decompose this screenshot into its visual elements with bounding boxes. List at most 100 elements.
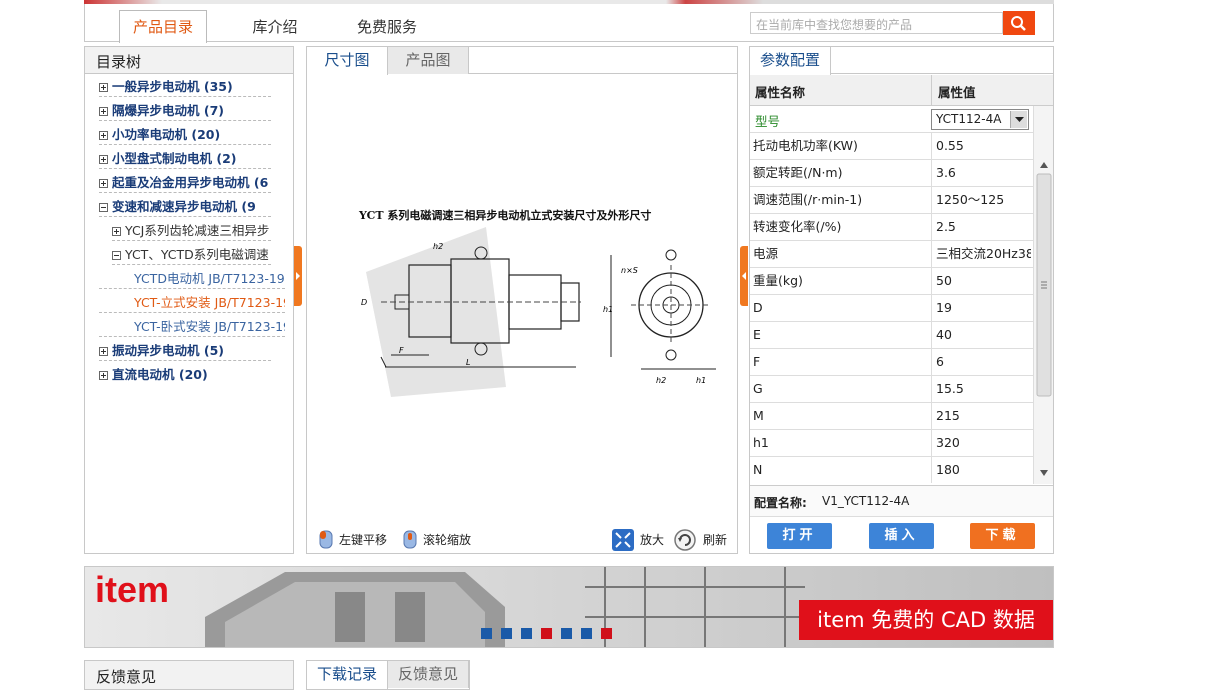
tree-item-disc-brake[interactable]: 小型盘式制动电机 (2): [99, 149, 271, 169]
zoom-in-button[interactable]: [611, 528, 635, 552]
motor-drawing-svg: h2 L D F n×S h1 h2 h1: [361, 227, 716, 397]
download-button[interactable]: 下载: [970, 523, 1035, 549]
param-row: h1 320: [750, 430, 1033, 457]
collapse-left-handle[interactable]: [294, 246, 302, 306]
tab-product-image[interactable]: 产品图: [388, 47, 469, 74]
collapse-right-handle[interactable]: [740, 246, 748, 306]
tree-item-explosion-proof[interactable]: 隔爆异步电动机 (7): [99, 101, 271, 121]
svg-text:L: L: [466, 358, 470, 367]
expand-arrows-icon: [612, 529, 634, 551]
tree-item-yctd-motor[interactable]: YCTD电动机 JB/T7123-199: [99, 269, 285, 289]
model-select-value: YCT112-4A: [936, 112, 1002, 126]
param-row: N 180: [750, 457, 1033, 483]
param-row: 重量(kg) 50: [750, 268, 1033, 295]
item-logo: item: [95, 569, 170, 610]
tree-item-ycj[interactable]: YCJ系列齿轮减速三相异步: [112, 221, 271, 241]
tab-free-service[interactable]: 免费服务: [343, 14, 431, 42]
expand-icon[interactable]: [99, 107, 108, 116]
param-row: 调速范围(/r·min-1) 1250～125: [750, 187, 1033, 214]
records-panel: 下载记录 反馈意见: [306, 660, 470, 690]
catalog-tree-panel: 目录树 一般异步电动机 (35) 隔爆异步电动机 (7) 小功率电动机 (20)…: [84, 46, 294, 554]
pan-hint: 左键平移: [339, 533, 388, 547]
svg-text:h2: h2: [656, 376, 666, 385]
param-row: 额定转距(/N·m) 3.6: [750, 160, 1033, 187]
param-row: 托动电机功率(KW) 0.55: [750, 133, 1033, 160]
col-name-header: 属性名称: [755, 85, 806, 100]
expand-icon[interactable]: [99, 347, 108, 356]
tree-item-small-power[interactable]: 小功率电动机 (20): [99, 125, 271, 145]
param-row: 电源三相交流20Hz380V: [750, 241, 1033, 268]
banner-pager[interactable]: [481, 627, 621, 641]
mouse-wheel-icon: [403, 525, 417, 549]
svg-text:h2: h2: [433, 242, 443, 251]
banner-slogan: item 免费的 CAD 数据: [799, 600, 1053, 640]
model-label: 型号: [755, 114, 781, 129]
svg-text:h1: h1: [696, 376, 706, 385]
svg-text:D: D: [361, 298, 367, 307]
param-row: F6: [750, 349, 1033, 376]
tree-item-vibration[interactable]: 振动异步电动机 (5): [99, 341, 271, 361]
arrow-right-icon: [296, 272, 300, 280]
params-header: 属性名称 属性值: [750, 75, 1053, 106]
refresh-button[interactable]: [673, 528, 697, 552]
svg-text:h1: h1: [603, 305, 613, 314]
tree-item-dc-motor[interactable]: 直流电动机 (20): [99, 365, 271, 385]
mouse-left-icon: [319, 525, 333, 549]
config-name-row: 配置名称: V1_YCT112-4A: [750, 485, 1053, 517]
expand-icon[interactable]: [99, 131, 108, 140]
model-select[interactable]: YCT112-4A: [931, 109, 1029, 130]
param-row-model: 型号 YCT112-4A: [750, 106, 1033, 133]
tree-item-variable-speed[interactable]: 变速和减速异步电动机 (9: [99, 197, 271, 217]
expand-icon[interactable]: [99, 179, 108, 188]
expand-icon[interactable]: [99, 371, 108, 380]
tree-item-yct-vertical[interactable]: YCT-立式安装 JB/T7123-19: [99, 293, 285, 313]
expand-icon[interactable]: [99, 83, 108, 92]
scrollbar-arrows-icon: [1036, 162, 1052, 476]
param-row: D 19: [750, 295, 1033, 322]
search-button[interactable]: [1003, 11, 1035, 35]
arrow-left-icon: [742, 272, 746, 280]
param-row: E 40: [750, 322, 1033, 349]
tab-download-records[interactable]: 下载记录: [307, 661, 388, 689]
params-panel: 参数配置 属性名称 属性值 型号 YCT112-4A 托动电机功率(KW) 0.5…: [749, 46, 1054, 554]
tree-item-crane-metallurgy[interactable]: 起重及冶金用异步电动机 (6: [99, 173, 271, 193]
param-row: 转速变化率(/%) 2.5: [750, 214, 1033, 241]
params-list: 托动电机功率(KW) 0.55 额定转距(/N·m) 3.6 调速范围(/r·min…: [750, 133, 1033, 483]
insert-button[interactable]: 插入: [869, 523, 934, 549]
param-row: M 215: [750, 403, 1033, 430]
params-scrollbar[interactable]: [1033, 106, 1053, 484]
expand-icon[interactable]: [99, 155, 108, 164]
item-banner[interactable]: item item 免费的 CAD 数据: [84, 566, 1054, 648]
expand-icon[interactable]: [112, 227, 121, 236]
param-row: G 15.5: [750, 376, 1033, 403]
collapse-icon[interactable]: [99, 203, 108, 212]
refresh-label[interactable]: 刷新: [703, 531, 727, 548]
dimension-drawing[interactable]: YCT 系列电磁调速三相异步电动机立式安装尺寸及外形尺寸 h2 L D F n×…: [321, 187, 731, 397]
tab-dimension-drawing[interactable]: 尺寸图: [307, 47, 388, 75]
col-value-header: 属性值: [931, 75, 976, 106]
tab-feedback[interactable]: 反馈意见: [388, 661, 469, 688]
refresh-icon: [674, 529, 696, 551]
tab-param-config[interactable]: 参数配置: [750, 47, 831, 75]
tree-item-yct-horizontal[interactable]: YCT-卧式安装 JB/T7123-19: [99, 317, 285, 337]
feedback-panel: 反馈意见: [84, 660, 294, 690]
chevron-down-icon[interactable]: [1010, 111, 1027, 128]
tree-item-general-async[interactable]: 一般异步电动机 (35): [99, 77, 271, 97]
config-name-value: V1_YCT112-4A: [822, 494, 910, 508]
feedback-title: 反馈意见: [96, 668, 157, 686]
search-input[interactable]: 在当前库中查找您想要的产品: [750, 12, 1003, 34]
zoom-hint: 滚轮缩放: [423, 533, 472, 547]
zoom-in-label[interactable]: 放大: [640, 531, 664, 548]
pager-dots-icon: [481, 628, 612, 639]
search-icon: [1011, 16, 1026, 31]
tree-item-yct-ydtd[interactable]: YCT、YCTD系列电磁调速: [112, 245, 271, 265]
drawing-viewer-panel: 尺寸图 产品图 YCT 系列电磁调速三相异步电动机立式安装尺寸及外形尺寸 h2 …: [306, 46, 738, 554]
open-button[interactable]: 打开: [767, 523, 832, 549]
svg-text:F: F: [399, 346, 404, 355]
config-name-label: 配置名称:: [754, 496, 807, 510]
collapse-icon[interactable]: [112, 251, 121, 260]
tab-library-intro[interactable]: 库介绍: [235, 14, 315, 42]
svg-text:n×S: n×S: [621, 266, 638, 275]
tab-product-catalog[interactable]: 产品目录: [119, 10, 207, 43]
tree-title: 目录树: [96, 53, 142, 71]
